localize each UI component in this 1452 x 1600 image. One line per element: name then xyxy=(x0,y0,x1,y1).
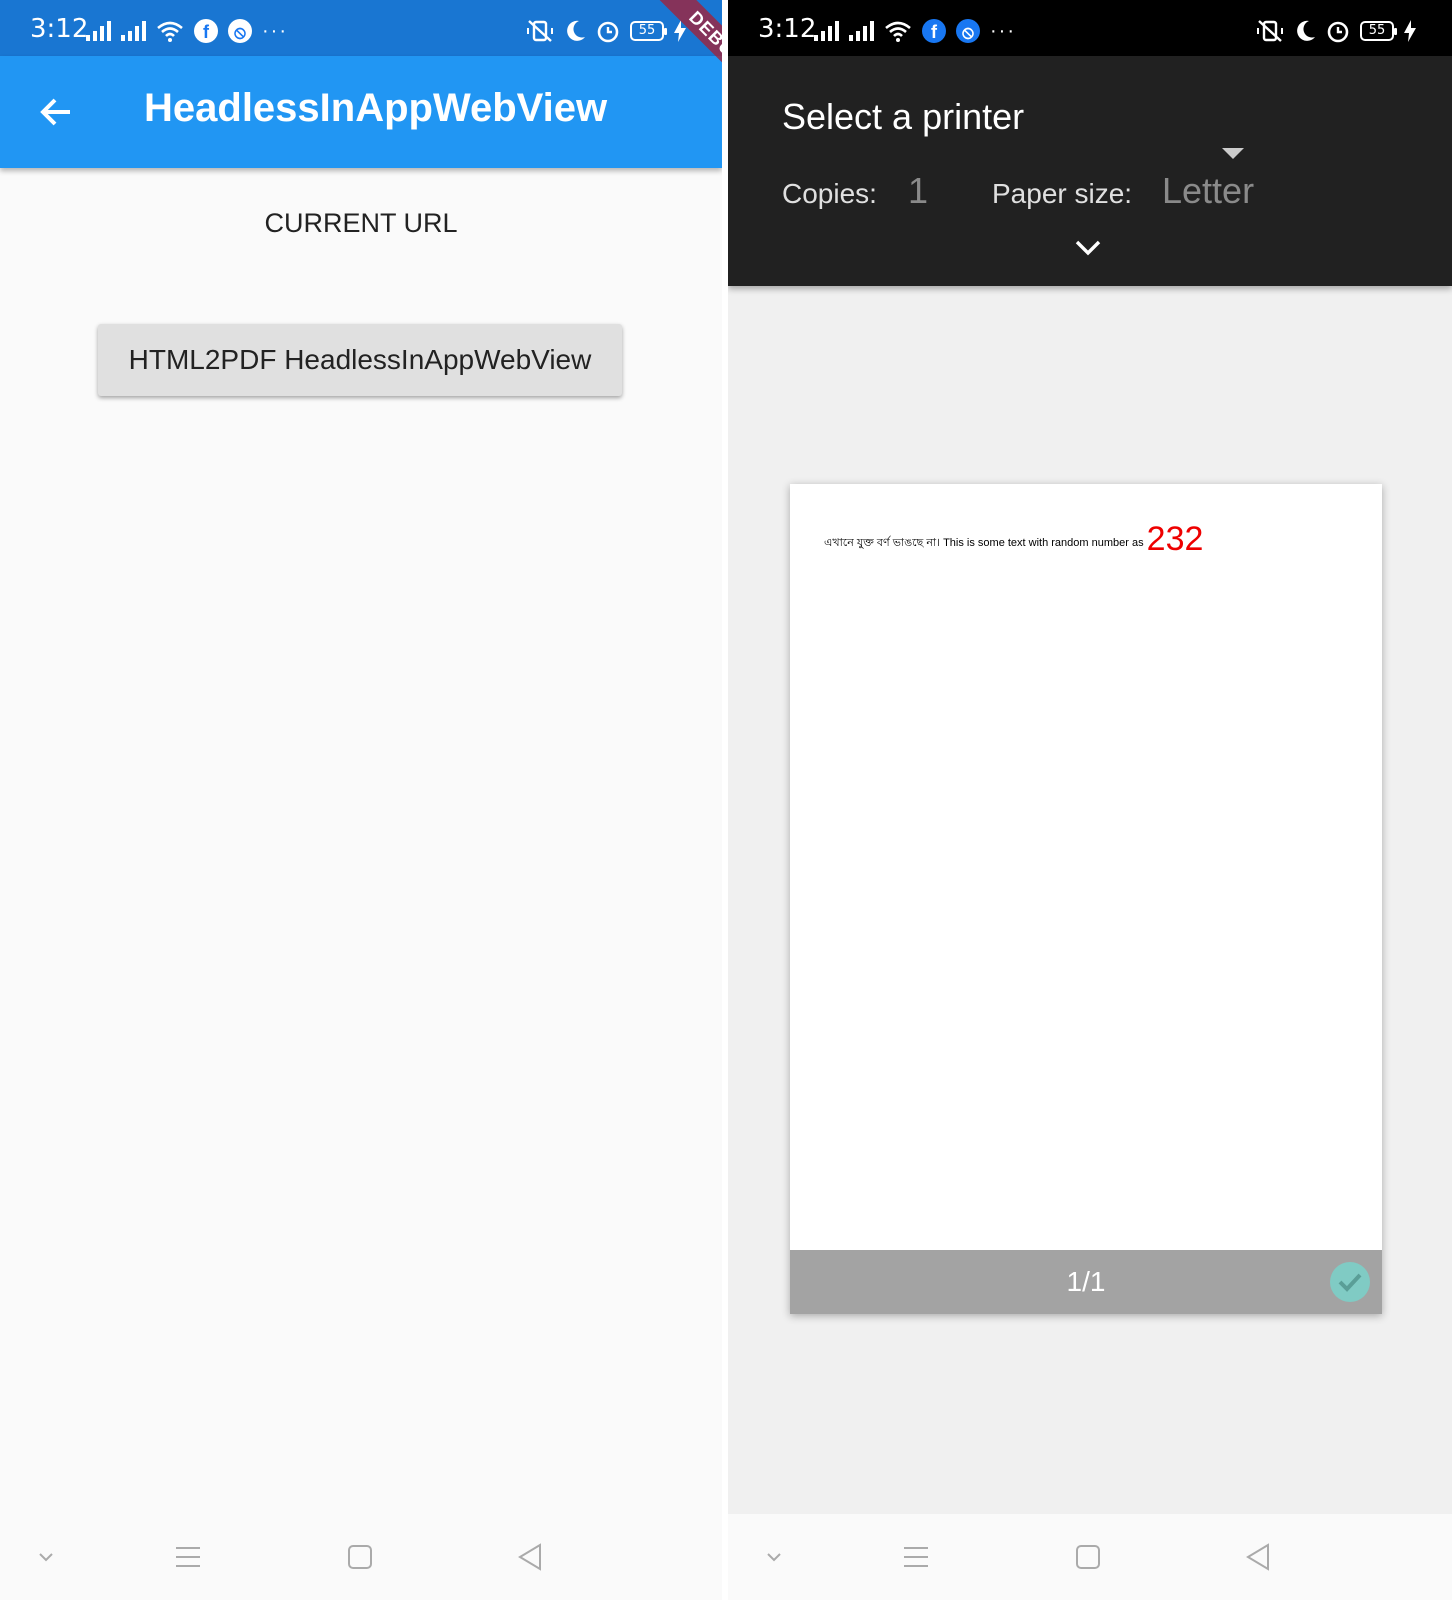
status-time: 3:12 xyxy=(758,14,817,44)
nav-home-icon[interactable] xyxy=(346,1542,374,1572)
preview-page-footer: 1/1 xyxy=(790,1250,1382,1314)
more-notifications-icon: ··· xyxy=(990,19,1016,42)
signal-icon xyxy=(814,21,839,41)
status-right-icons: 55 xyxy=(526,18,686,44)
printer-select-dropdown[interactable]: Select a printer xyxy=(782,96,1244,159)
vibrate-off-icon xyxy=(527,20,553,42)
status-left-icons: f ⦸ ··· xyxy=(814,18,1016,44)
copies-value[interactable]: 1 xyxy=(908,170,928,212)
alarm-icon xyxy=(1327,21,1349,43)
notification-muted-icon: ⦸ xyxy=(228,19,252,43)
paper-size-label: Paper size: xyxy=(992,178,1133,209)
moon-icon xyxy=(567,20,585,41)
charging-icon xyxy=(1404,20,1416,42)
navigation-bar xyxy=(0,1514,722,1600)
page-count: 1/1 xyxy=(1066,1266,1106,1297)
nav-back-icon[interactable] xyxy=(516,1542,544,1572)
nav-home-icon[interactable] xyxy=(1074,1542,1102,1572)
battery-icon: 55 xyxy=(630,21,667,41)
charging-icon xyxy=(674,20,686,42)
signal-icon xyxy=(121,21,146,41)
facebook-icon: f xyxy=(922,19,946,43)
facebook-icon: f xyxy=(194,19,218,43)
app-bar: HeadlessInAppWebView xyxy=(0,56,722,168)
nav-collapse-icon[interactable] xyxy=(34,1542,58,1572)
moon-icon xyxy=(1297,20,1315,41)
notification-muted-icon: ⦸ xyxy=(956,19,980,43)
nav-back-icon[interactable] xyxy=(1244,1542,1272,1572)
dropdown-caret-icon xyxy=(1222,148,1244,159)
wifi-icon xyxy=(885,21,911,42)
vibrate-off-icon xyxy=(1257,20,1283,42)
nav-collapse-icon[interactable] xyxy=(762,1542,786,1572)
nav-menu-icon[interactable] xyxy=(174,1542,202,1572)
preview-text-line: এখানে যুক্ত বর্ণ ভাঙছে না। This is some … xyxy=(824,520,1203,559)
status-left-icons: f ⦸ ··· xyxy=(86,18,288,44)
nav-menu-icon[interactable] xyxy=(902,1542,930,1572)
right-screen: 3:12 f ⦸ ··· 55 Select a printer Copies:… xyxy=(728,0,1452,1600)
copies-label: Copies: xyxy=(782,178,877,209)
html2pdf-button[interactable]: HTML2PDF HeadlessInAppWebView xyxy=(98,324,622,396)
more-notifications-icon: ··· xyxy=(262,19,288,42)
status-right-icons: 55 xyxy=(1256,18,1416,44)
status-bar: 3:12 f ⦸ ··· 55 xyxy=(0,0,722,56)
wifi-icon xyxy=(157,21,183,42)
current-url-label: CURRENT URL xyxy=(264,208,458,238)
signal-icon xyxy=(849,21,874,41)
status-bar: 3:12 f ⦸ ··· 55 xyxy=(728,0,1452,56)
alarm-icon xyxy=(597,21,619,43)
page-selected-check-icon[interactable] xyxy=(1330,1262,1370,1302)
preview-random-number: 232 xyxy=(1146,520,1204,558)
signal-icon xyxy=(86,21,111,41)
navigation-bar xyxy=(728,1514,1452,1600)
paper-size-value[interactable]: Letter xyxy=(1162,170,1254,212)
battery-icon: 55 xyxy=(1360,21,1397,41)
status-time: 3:12 xyxy=(30,14,89,44)
expand-options-chevron-icon[interactable] xyxy=(1074,238,1102,258)
back-arrow-icon[interactable] xyxy=(38,94,74,130)
print-preview-page[interactable]: এখানে যুক্ত বর্ণ ভাঙছে না। This is some … xyxy=(790,484,1382,1314)
print-options-header: Select a printer Copies: 1 Paper size: L… xyxy=(728,56,1452,286)
preview-text: এখানে যুক্ত বর্ণ ভাঙছে না। This is some … xyxy=(824,537,1144,549)
page-title: HeadlessInAppWebView xyxy=(144,86,608,130)
printer-select-label: Select a printer xyxy=(782,96,1025,137)
left-screen: 3:12 f ⦸ ··· 55 HeadlessInAppWebView DEB… xyxy=(0,0,722,1600)
